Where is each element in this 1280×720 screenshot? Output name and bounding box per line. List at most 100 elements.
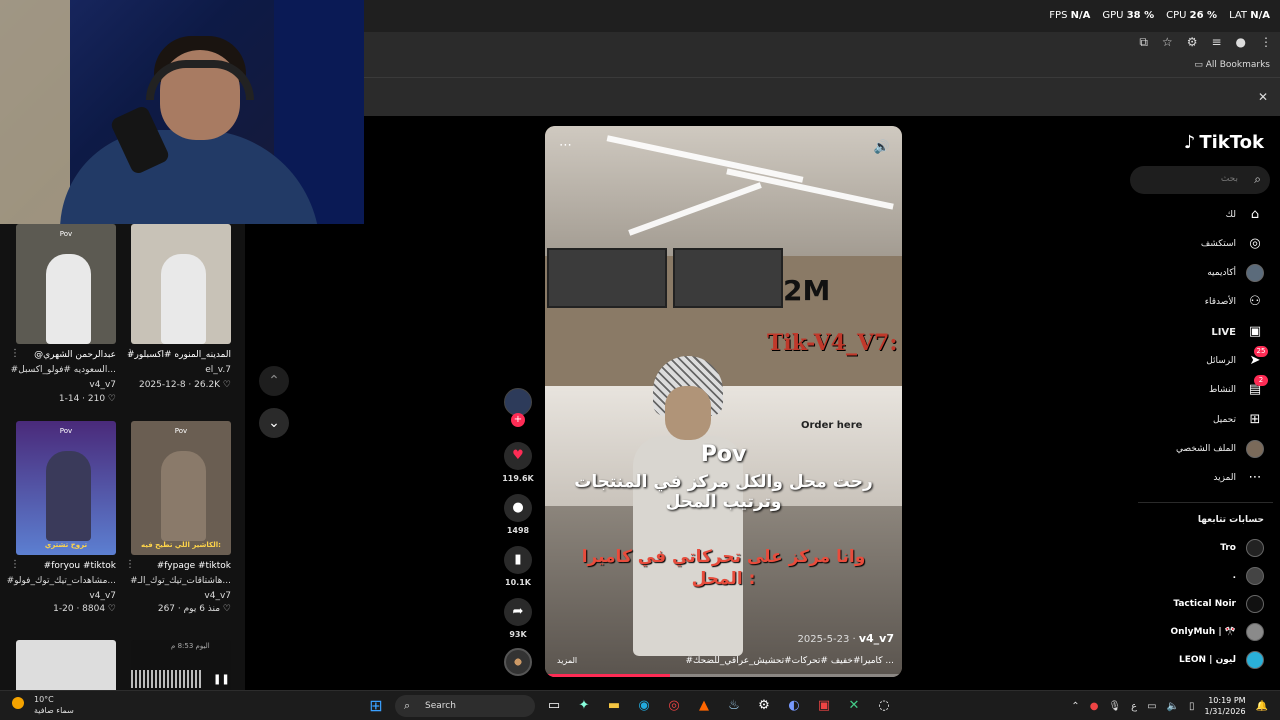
- extensions-icon[interactable]: ⚙: [1187, 35, 1198, 50]
- nav-live[interactable]: LIVE ▣: [1211, 322, 1264, 342]
- nav-activity[interactable]: النشاط ▤ 2: [1209, 375, 1268, 400]
- following-account[interactable]: LEON | ليون: [1179, 650, 1264, 670]
- mic-icon[interactable]: 🎙: [1108, 701, 1121, 712]
- menu-kebab-icon[interactable]: ⋮: [1260, 35, 1272, 50]
- video-progress-bar[interactable]: [545, 674, 902, 677]
- following-title: حسابات تتابعها: [1197, 515, 1264, 525]
- windows-taskbar: 10°C سماء صافية ⊞ ⌕ Search ▭ ✦ ▬ ◉ ◎ ▲ ♨ …: [0, 690, 1280, 720]
- network-icon[interactable]: ▭: [1147, 701, 1156, 712]
- clock[interactable]: 10:19 PM 1/31/2026: [1205, 695, 1246, 717]
- following-account[interactable]: OnlyMuh | 🎌: [1170, 622, 1264, 642]
- file-explorer-icon[interactable]: ▬: [603, 695, 625, 717]
- settings-icon[interactable]: ⚙: [753, 695, 775, 717]
- taskbar-search[interactable]: ⌕ Search: [395, 695, 535, 717]
- send-icon: ➤ 25: [1246, 346, 1268, 370]
- app-x-icon[interactable]: ✕: [843, 695, 865, 717]
- weather-widget[interactable]: 10°C سماء صافية: [12, 694, 74, 716]
- video-thumbnail[interactable]: Pov تروح تشتري: [16, 421, 116, 555]
- video-meta: 2025-5-23 · v4_v7: [797, 632, 894, 645]
- more-dots-icon: ⋯: [1248, 470, 1262, 485]
- search-icon: ⌕: [404, 699, 411, 712]
- home-icon: ⌂: [1250, 207, 1260, 222]
- performance-overlay: FPS N/A GPU 38 % CPU 26 % LAT N/A: [1049, 10, 1270, 21]
- divider: [1138, 502, 1273, 503]
- nav-for-you[interactable]: لك ⌂: [1226, 205, 1264, 225]
- more-icon[interactable]: ⋮: [125, 559, 135, 570]
- chrome-icon[interactable]: ◎: [663, 695, 685, 717]
- video-player[interactable]: 2M Order here Tik-V4_V7: ⋯ 🔊 Pov رحت محل…: [545, 126, 902, 677]
- nav-messages[interactable]: الرسائل ➤ 25: [1206, 346, 1268, 371]
- like-button[interactable]: ♥ 119.6K: [500, 442, 536, 483]
- language-indicator[interactable]: ع: [1131, 701, 1137, 712]
- share-icon[interactable]: ➦: [504, 598, 532, 626]
- profile-avatar: [1246, 440, 1264, 458]
- heart-icon[interactable]: ♥: [504, 442, 532, 470]
- creator-avatar[interactable]: [504, 388, 532, 416]
- notifications-icon[interactable]: 🔔: [1256, 701, 1268, 712]
- more-icon[interactable]: ⋮: [10, 348, 20, 359]
- cast-icon[interactable]: ⧉: [1139, 35, 1148, 50]
- following-account[interactable]: .: [1233, 566, 1264, 586]
- more-options-icon[interactable]: ⋯: [559, 138, 572, 153]
- live-tv-icon: ▣: [1248, 324, 1262, 339]
- tray-app-icon[interactable]: ●: [1090, 701, 1099, 712]
- follow-plus-icon[interactable]: +: [511, 413, 525, 427]
- sound-disc-icon[interactable]: [504, 648, 532, 676]
- chevron-up-icon[interactable]: ⌃: [1071, 701, 1079, 712]
- media-icon[interactable]: ≡: [1211, 35, 1221, 50]
- save-button[interactable]: ▮ 10.1K: [500, 546, 536, 587]
- nav-academy[interactable]: أكاديميه: [1207, 263, 1264, 283]
- tiktok-sidebar: ♪ TikTok بحث ⌕ لك ⌂ استكشف ◎ أكاديميه الأصد…: [1130, 126, 1280, 696]
- nav-friends[interactable]: الأصدقاء ⚇: [1205, 292, 1264, 312]
- following-account[interactable]: Tactical Noir: [1173, 594, 1264, 614]
- comment-button[interactable]: ● 1498: [500, 494, 536, 535]
- close-icon[interactable]: ✕: [1258, 90, 1268, 104]
- all-bookmarks-link[interactable]: ▭ All Bookmarks: [1194, 60, 1270, 70]
- app-red-icon[interactable]: ▣: [813, 695, 835, 717]
- nav-profile[interactable]: الملف الشخصي: [1176, 439, 1264, 459]
- pause-icon[interactable]: ❚❚: [213, 674, 230, 685]
- task-view-icon[interactable]: ▭: [543, 695, 565, 717]
- copilot-icon[interactable]: ✦: [573, 695, 595, 717]
- next-video-button[interactable]: ⌄: [259, 408, 289, 438]
- following-account[interactable]: Tro: [1220, 538, 1264, 558]
- see-more-link[interactable]: المزيد: [557, 656, 577, 665]
- bookmark-star-icon[interactable]: ☆: [1162, 35, 1173, 50]
- comment-icon[interactable]: ●: [504, 494, 532, 522]
- webcam-overlay: [0, 0, 364, 224]
- volume-icon[interactable]: 🔈: [1167, 701, 1179, 712]
- inbox-icon: ▤ 2: [1246, 375, 1268, 399]
- compass-icon: ◎: [1249, 236, 1261, 251]
- edge-icon[interactable]: ◉: [633, 695, 655, 717]
- video-thumbnail[interactable]: اليوم 8:53 م ❚❚: [131, 640, 231, 694]
- messages-badge: 25: [1254, 346, 1268, 357]
- nav-upload[interactable]: تحميل ⊞: [1213, 410, 1264, 430]
- search-input[interactable]: بحث ⌕: [1130, 166, 1270, 194]
- previous-video-button[interactable]: ⌃: [259, 366, 289, 396]
- nav-explore[interactable]: استكشف ◎: [1201, 234, 1264, 254]
- start-icon[interactable]: ⊞: [365, 695, 387, 717]
- weather-icon: [12, 697, 24, 709]
- video-thumbnail[interactable]: [16, 640, 116, 694]
- bookmark-icon[interactable]: ▮: [504, 546, 532, 574]
- search-icon[interactable]: ⌕: [1254, 172, 1261, 187]
- video-thumbnail[interactable]: [131, 224, 231, 344]
- overlay-text-red: وانا مركز على تحركاتي في كاميرا المحل :: [581, 547, 866, 589]
- nav-more[interactable]: المزيد ⋯: [1213, 468, 1264, 488]
- more-icon[interactable]: ⋮: [10, 559, 20, 570]
- app-circle-icon[interactable]: ◌: [873, 695, 895, 717]
- discord-icon[interactable]: ◐: [783, 695, 805, 717]
- video-username[interactable]: v4_v7: [859, 632, 894, 645]
- activity-badge: 2: [1254, 375, 1268, 386]
- video-thumbnail[interactable]: Pov الكاشير اللي تطيح فيه:: [131, 421, 231, 555]
- plus-square-icon: ⊞: [1249, 412, 1261, 427]
- volume-icon[interactable]: 🔊: [874, 140, 890, 155]
- tiktok-logo[interactable]: ♪ TikTok: [1184, 132, 1264, 153]
- app-a-icon[interactable]: ▲: [693, 695, 715, 717]
- profile-icon[interactable]: ●: [1236, 35, 1246, 50]
- video-thumbnail[interactable]: Pov: [16, 224, 116, 344]
- steam-icon[interactable]: ♨: [723, 695, 745, 717]
- share-button[interactable]: ➦ 93K: [500, 598, 536, 639]
- overlay-text-white: رحت محل والكل مركز في المنتجات وترتيب ال…: [574, 472, 873, 512]
- battery-icon[interactable]: ▯: [1189, 701, 1195, 712]
